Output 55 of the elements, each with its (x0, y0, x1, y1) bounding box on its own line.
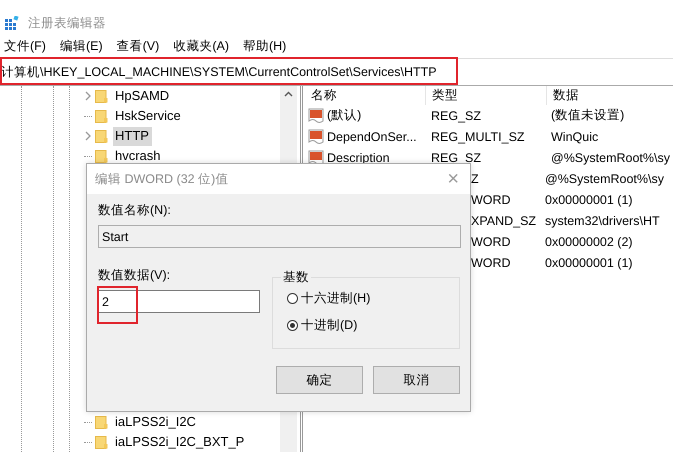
value-data: 0x00000001 (1) (544, 192, 634, 206)
menu-item[interactable]: 文件(F) (4, 38, 46, 54)
scroll-up-icon (284, 91, 293, 97)
address-bar[interactable]: 计算机\HKEY_LOCAL_MACHINE\SYSTEM\CurrentControlSet\Services\HTTP (0, 58, 673, 86)
dialog-button[interactable]: 确定 (276, 366, 363, 394)
app-icon (5, 16, 19, 30)
value-type: WORD (470, 234, 512, 248)
window-title: 注册表编辑器 (28, 14, 106, 32)
menu-item[interactable]: 查看(V) (116, 38, 160, 54)
folder-icon (95, 149, 108, 163)
value-data: 0x00000001 (1) (544, 256, 634, 270)
string-value-icon (308, 128, 324, 144)
menu-item[interactable]: 收藏夹(A) (173, 38, 229, 54)
folder-icon (95, 129, 108, 143)
value-data: WinQuic (550, 130, 600, 144)
value-type: WORD (470, 192, 512, 206)
tree-item[interactable]: HskService (113, 106, 184, 126)
field-label: 数值名称(N): (98, 202, 172, 218)
field-label: 数值数据(V): (98, 267, 172, 283)
value-data: (数值未设置) (550, 107, 626, 124)
input-field[interactable]: 2 (98, 290, 260, 313)
tree-item[interactable]: iaLPSS2i_I2C_BXT_P (113, 432, 248, 452)
value-name[interactable]: DependOnSer... (327, 130, 417, 144)
value-name[interactable]: Description (327, 150, 390, 164)
value-type: REG_MULTI_SZ (430, 130, 526, 144)
annotation-box (97, 286, 138, 324)
value-type: Z (470, 172, 480, 186)
folder-icon (95, 415, 108, 429)
value-data: @%SystemRoot%\sy (544, 172, 665, 186)
menu-item[interactable]: 帮助(H) (242, 38, 286, 54)
dialog-title: 编辑 DWORD (32 位)值 (95, 170, 228, 188)
value-data: system32\drivers\HT (544, 214, 661, 228)
tree-item[interactable]: HpSAMD (113, 86, 172, 106)
folder-icon (95, 435, 108, 449)
value-name[interactable]: (默认) (327, 107, 362, 124)
column-header[interactable]: 数据 (547, 86, 673, 105)
column-header[interactable]: 类型 (426, 86, 547, 105)
radio-button[interactable]: 十六进制(H) (287, 290, 370, 307)
menu-item[interactable]: 编辑(E) (60, 38, 103, 54)
group-label: 基数 (281, 269, 311, 286)
folder-icon (95, 109, 108, 123)
tree-item[interactable]: iaLPSS2i_I2C (113, 412, 199, 432)
value-type: WORD (470, 256, 512, 270)
value-data: 0x00000002 (2) (544, 234, 634, 248)
string-value-icon (308, 108, 324, 124)
input-field[interactable]: Start (98, 225, 461, 248)
tree-item[interactable]: HTTP (113, 126, 152, 146)
folder-icon (95, 89, 108, 103)
tree-item[interactable]: hvcrash (113, 146, 164, 166)
radio-button[interactable]: 十进制(D) (287, 317, 358, 334)
value-type: REG_SZ (430, 108, 482, 122)
dialog-button[interactable]: 取消 (373, 366, 460, 394)
value-data: @%SystemRoot%\sy (550, 150, 671, 164)
value-type: XPAND_SZ (470, 214, 538, 228)
column-header[interactable]: 名称 (305, 86, 426, 105)
